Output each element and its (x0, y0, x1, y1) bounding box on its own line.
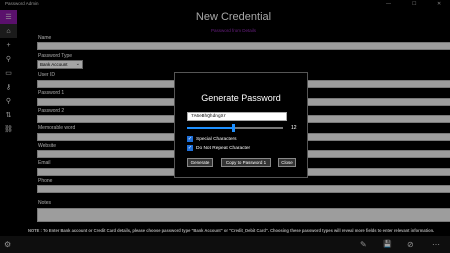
dialog-title: Generate Password (201, 93, 281, 103)
generate-password-dialog: Generate Password 7A6eBhQhdngXr 12 ✓ Spe… (174, 72, 308, 178)
generate-button[interactable]: Generate (187, 158, 213, 167)
generated-password-field[interactable]: 7A6eBhQhdngXr (187, 112, 287, 121)
length-slider-thumb[interactable] (232, 124, 236, 132)
length-slider-fill (187, 127, 234, 129)
length-value: 12 (291, 125, 297, 131)
no-repeat-label: Do Not Repeat Character (196, 146, 251, 151)
special-characters-label: Special Characters (196, 137, 237, 142)
no-repeat-checkbox[interactable]: ✓ (187, 145, 193, 151)
close-dialog-button[interactable]: Close (278, 158, 296, 167)
special-characters-checkbox[interactable]: ✓ (187, 136, 193, 142)
copy-to-password-button[interactable]: Copy to Password 1 (221, 158, 271, 167)
